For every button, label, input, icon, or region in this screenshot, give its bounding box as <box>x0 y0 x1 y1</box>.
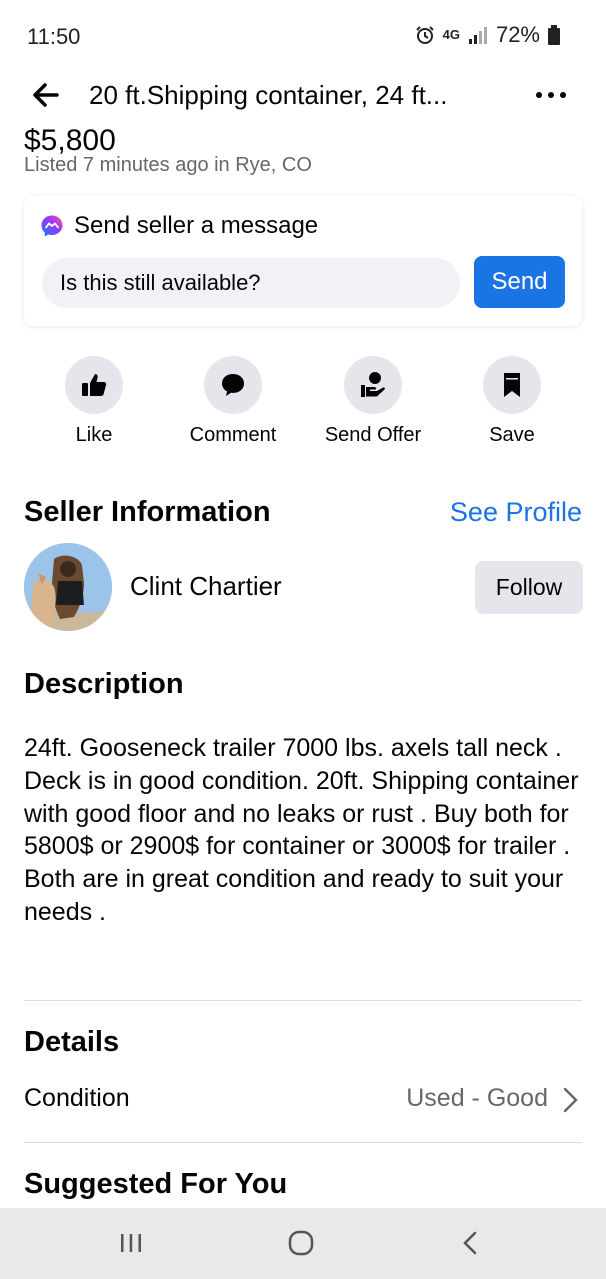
action-row: Like Comment Send Offer Save <box>24 356 582 456</box>
follow-button[interactable]: Follow <box>475 561 583 614</box>
battery-percent: 72% <box>495 22 540 47</box>
top-bar: 20 ft.Shipping container, 24 ft... <box>0 72 606 118</box>
battery-icon <box>548 25 560 45</box>
condition-value[interactable]: Used - Good <box>406 1084 548 1113</box>
condition-label: Condition <box>24 1084 130 1112</box>
comment-icon <box>222 374 244 396</box>
send-offer-button[interactable]: Send Offer <box>303 356 443 447</box>
signal-icon <box>468 26 488 44</box>
send-button[interactable]: Send <box>474 256 565 308</box>
comment-button[interactable]: Comment <box>163 356 303 447</box>
save-label: Save <box>489 424 535 446</box>
back-button[interactable] <box>30 80 60 110</box>
chevron-right-icon[interactable] <box>560 1086 580 1114</box>
like-label: Like <box>75 424 113 446</box>
bookmark-icon <box>504 373 520 397</box>
seller-section-title: Seller Information <box>24 496 271 528</box>
message-header: Send seller a message <box>40 212 318 240</box>
listing-price: $5,800 <box>24 124 116 157</box>
network-icon: 4G <box>442 27 460 42</box>
save-button[interactable]: Save <box>442 356 582 447</box>
home-icon[interactable] <box>286 1228 316 1258</box>
seller-name[interactable]: Clint Chartier <box>130 571 282 602</box>
offer-icon <box>361 372 385 397</box>
send-offer-label: Send Offer <box>324 424 422 446</box>
status-bar: 11:50 4G 72% <box>0 0 606 72</box>
system-nav-bar <box>0 1208 606 1279</box>
back-nav-icon[interactable] <box>456 1228 486 1258</box>
status-time: 11:50 <box>27 24 81 49</box>
listed-info: Listed 7 minutes ago in Rye, CO <box>24 154 312 176</box>
divider <box>24 1142 582 1143</box>
seller-avatar[interactable] <box>24 543 112 631</box>
more-dots-icon <box>536 92 542 98</box>
message-header-label: Send seller a message <box>74 212 319 239</box>
suggested-section-title: Suggested For You <box>24 1168 288 1200</box>
description-text: 24ft. Gooseneck trailer 7000 lbs. axels … <box>24 734 579 926</box>
page-title: 20 ft.Shipping container, 24 ft... <box>89 80 448 110</box>
avatar-image <box>24 543 112 631</box>
status-icons: 4G 72% <box>415 22 560 48</box>
recent-apps-icon[interactable] <box>116 1228 146 1258</box>
more-options-button[interactable] <box>536 80 566 110</box>
like-button[interactable]: Like <box>24 356 164 447</box>
arrow-left-icon <box>33 83 59 107</box>
divider <box>24 1000 582 1001</box>
see-profile-link[interactable]: See Profile <box>450 497 582 528</box>
alarm-icon <box>415 25 435 45</box>
thumbs-up-icon <box>82 374 107 396</box>
details-section-title: Details <box>24 1026 120 1058</box>
comment-label: Comment <box>189 424 277 446</box>
messenger-icon <box>41 215 63 237</box>
description-section-title: Description <box>24 668 184 700</box>
message-input[interactable] <box>42 258 460 308</box>
message-card: Send seller a message Send <box>24 196 582 326</box>
